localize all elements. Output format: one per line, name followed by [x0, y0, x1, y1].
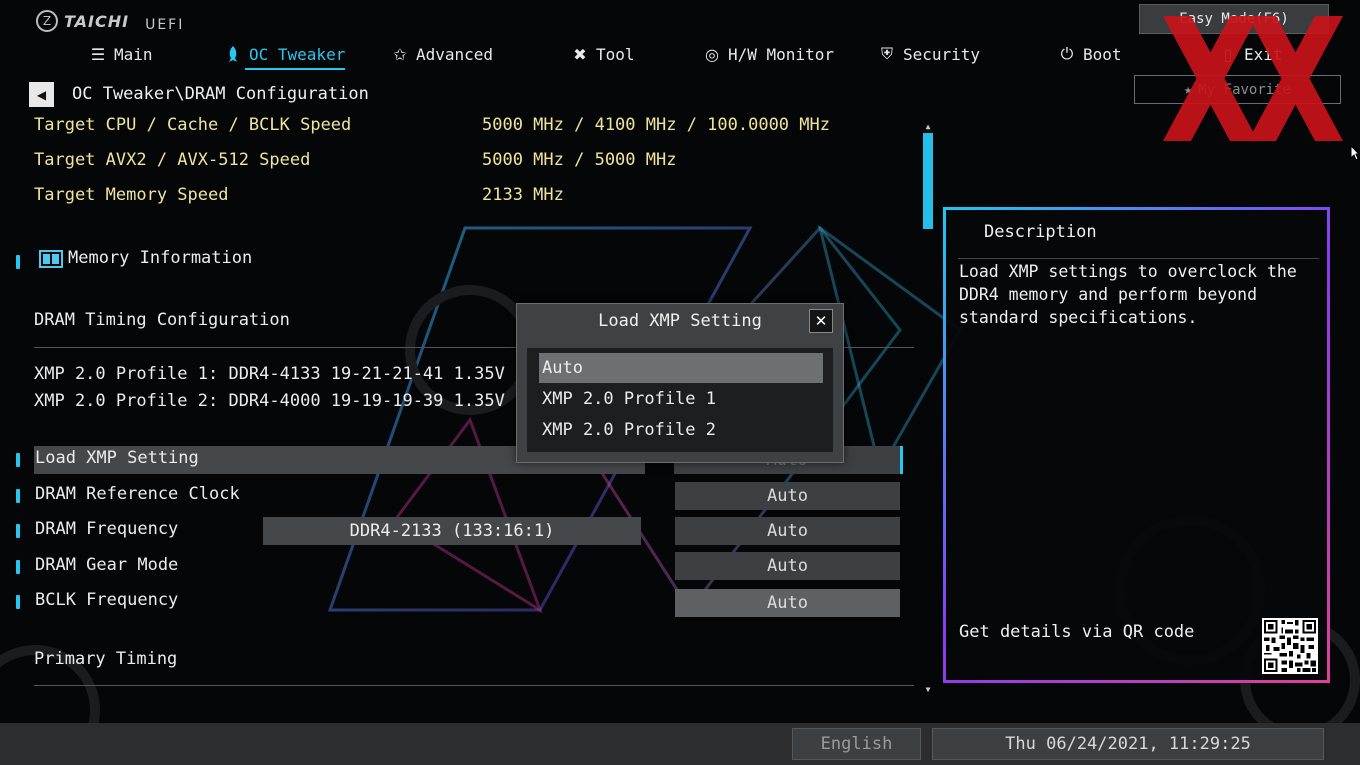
back-button[interactable]: ◀: [29, 82, 54, 107]
taichi-logo-icon: Z: [36, 10, 58, 32]
bclk-frequency-label[interactable]: BCLK Frequency: [35, 590, 178, 610]
rocket-icon: [223, 44, 243, 64]
tab-tool[interactable]: ✖ Tool: [570, 40, 635, 68]
language-button[interactable]: English: [792, 728, 921, 760]
tab-main[interactable]: ☰ Main: [88, 40, 153, 68]
power-icon: ⏻: [1060, 44, 1074, 63]
row-bullet: [16, 255, 20, 269]
memory-icon: [39, 249, 63, 269]
tab-advanced-label: Advanced: [416, 44, 494, 64]
target-avx-label: Target AVX2 / AVX-512 Speed: [34, 150, 311, 170]
dram-reference-clock-value[interactable]: Auto: [675, 482, 900, 510]
memory-information-link[interactable]: Memory Information: [68, 248, 252, 268]
tab-boot-label: Boot: [1083, 44, 1122, 64]
section-divider: [34, 685, 914, 686]
target-avx-value: 5000 MHz / 5000 MHz: [482, 150, 677, 170]
xmp-profile-2-info: XMP 2.0 Profile 2: DDR4-4000 19-19-19-39…: [34, 391, 505, 411]
dialog-option-list: Auto XMP 2.0 Profile 1 XMP 2.0 Profile 2: [527, 348, 833, 452]
tab-tool-label: Tool: [596, 44, 635, 64]
dram-gear-mode-label[interactable]: DRAM Gear Mode: [35, 555, 178, 575]
dram-gear-mode-value[interactable]: Auto: [675, 552, 900, 580]
star-icon: ✩: [393, 44, 407, 64]
logo-uefi: UEFI: [145, 17, 185, 33]
mouse-cursor-icon: [1350, 145, 1360, 161]
scroll-up-arrow-icon[interactable]: ▲: [923, 123, 933, 131]
load-xmp-setting-dialog: Load XMP Setting ✕ Auto XMP 2.0 Profile …: [516, 303, 844, 463]
monitor-icon: ◎: [705, 44, 719, 64]
tab-security[interactable]: ⛨ Security: [877, 40, 980, 68]
description-panel: Description Load XMP settings to overclo…: [943, 207, 1330, 683]
tools-icon: ✖: [573, 44, 587, 64]
row-bullet: [16, 595, 20, 609]
qr-code-icon: [1262, 618, 1318, 674]
dialog-title: Load XMP Setting: [598, 311, 762, 331]
target-memory-value: 2133 MHz: [482, 185, 564, 205]
description-text: Load XMP settings to overclock the DDR4 …: [959, 262, 1297, 327]
description-title: Description: [984, 222, 1097, 242]
target-cpu-value: 5000 MHz / 4100 MHz / 100.0000 MHz: [482, 115, 830, 135]
tab-oc-tweaker[interactable]: OC Tweaker: [223, 40, 346, 70]
tab-main-label: Main: [114, 44, 153, 64]
tab-boot[interactable]: ⏻ Boot: [1057, 40, 1122, 68]
qr-code-label: Get details via QR code: [959, 622, 1195, 642]
dram-frequency-label[interactable]: DRAM Frequency: [35, 519, 178, 539]
section-heading-primary-timing: Primary Timing: [34, 649, 178, 669]
target-memory-label: Target Memory Speed: [34, 185, 229, 205]
load-xmp-setting-label[interactable]: Load XMP Setting: [35, 448, 199, 468]
bclk-frequency-value[interactable]: Auto: [675, 589, 900, 617]
dram-frequency-value[interactable]: Auto: [675, 517, 900, 545]
tab-hw-monitor-label: H/W Monitor: [728, 44, 834, 64]
shield-icon: ⛨: [880, 44, 893, 63]
xx-watermark: [1163, 16, 1343, 141]
tab-hw-monitor[interactable]: ◎ H/W Monitor: [702, 40, 834, 68]
taichi-logo: Z TAICHI UEFI: [36, 8, 184, 34]
option-auto[interactable]: Auto: [539, 353, 823, 383]
section-heading-dram-timing: DRAM Timing Configuration: [34, 310, 290, 330]
row-bullet: [16, 560, 20, 574]
list-icon: ☰: [90, 44, 106, 64]
back-arrow-icon: ◀: [36, 87, 47, 102]
row-bullet: [16, 453, 20, 467]
description-divider: [958, 258, 1319, 259]
row-bullet: [16, 524, 20, 538]
tab-advanced[interactable]: ✩ Advanced: [390, 40, 493, 68]
option-xmp-profile-1[interactable]: XMP 2.0 Profile 1: [539, 384, 823, 414]
row-bullet: [16, 489, 20, 503]
tab-oc-tweaker-label: OC Tweaker: [249, 44, 346, 64]
target-cpu-label: Target CPU / Cache / BCLK Speed: [34, 115, 352, 135]
close-icon[interactable]: ✕: [809, 309, 833, 333]
dram-reference-clock-label[interactable]: DRAM Reference Clock: [35, 484, 240, 504]
scrollbar-thumb[interactable]: [923, 133, 933, 229]
logo-brand: TAICHI: [64, 11, 130, 31]
datetime-display: Thu 06/24/2021, 11:29:25: [932, 728, 1324, 760]
breadcrumb: OC Tweaker\DRAM Configuration: [72, 84, 369, 104]
tab-security-label: Security: [903, 44, 981, 64]
dram-frequency-current: DDR4-2133 (133:16:1): [263, 517, 641, 545]
scroll-down-arrow-icon[interactable]: ▼: [923, 686, 933, 694]
xmp-profile-1-info: XMP 2.0 Profile 1: DDR4-4133 19-21-21-41…: [34, 364, 505, 384]
option-xmp-profile-2[interactable]: XMP 2.0 Profile 2: [539, 415, 823, 445]
